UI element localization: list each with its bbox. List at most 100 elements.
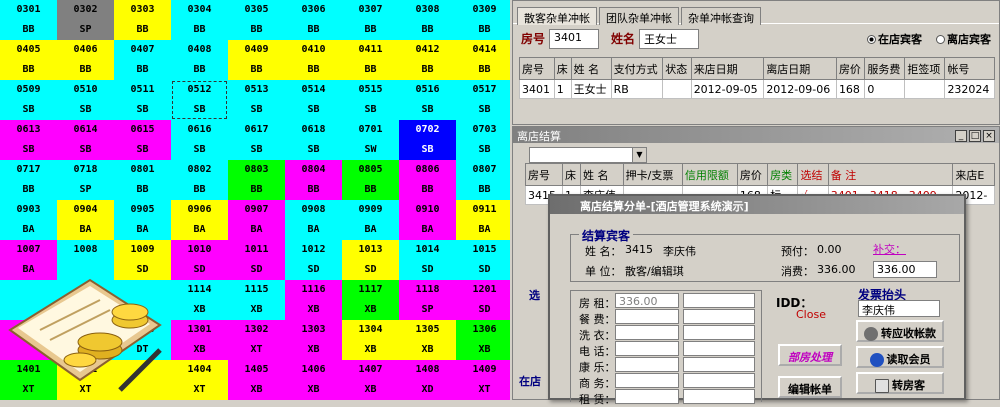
room-cell[interactable]: 0514 SB [285, 80, 342, 120]
radio-checked-out[interactable]: 离店宾客 [936, 31, 991, 47]
room-cell[interactable]: 0301 BB [0, 0, 57, 40]
room-cell[interactable]: 0410 BB [285, 40, 342, 80]
room-cell[interactable]: 0407 BB [114, 40, 171, 80]
column-header[interactable]: 选结 [797, 163, 829, 186]
room-cell[interactable]: 0406 BB [57, 40, 114, 80]
tab-individual[interactable]: 散客杂单冲帐 [517, 7, 597, 25]
room-cell[interactable]: 0308 BB [399, 0, 456, 40]
room-cell[interactable]: 0305 BB [228, 0, 285, 40]
name-input[interactable]: 王女士 [639, 28, 700, 49]
tab-query[interactable]: 杂单冲帐查询 [681, 7, 761, 25]
maximize-icon[interactable]: □ [969, 130, 981, 142]
room-cell[interactable]: 1010 SD [171, 240, 228, 280]
room-cell[interactable]: 0616 SB [171, 120, 228, 160]
room-cell[interactable]: 1409 XT [456, 360, 510, 400]
table-row[interactable]: 3401 1 王女士 RB 2012-09-05 2012-09-06 168 0 232024 [519, 79, 995, 99]
room-cell[interactable]: 1201 SD [456, 280, 510, 320]
room-cell[interactable]: 1303 XB [285, 320, 342, 360]
room-cell[interactable]: 0303 BB [114, 0, 171, 40]
room-cell[interactable]: 1407 XB [342, 360, 399, 400]
column-header[interactable]: 来店E [952, 163, 995, 186]
column-header[interactable]: 房类 [767, 163, 799, 186]
room-cell[interactable]: 1114 XB [171, 280, 228, 320]
room-cell[interactable]: 1304 XB [342, 320, 399, 360]
filter-select[interactable]: ▼ [529, 147, 647, 163]
room-cell[interactable]: 0615 SB [114, 120, 171, 160]
room-cell[interactable]: 0304 BB [171, 0, 228, 40]
supplement-input[interactable]: 336.00 [873, 261, 937, 278]
room-cell[interactable]: 0702 SB [399, 120, 456, 160]
read-member-button[interactable]: 读取会员 [856, 346, 944, 368]
room-cell[interactable]: 1012 SD [285, 240, 342, 280]
room-cell[interactable]: 0806 BB [399, 160, 456, 200]
charge-split-input[interactable] [683, 293, 755, 308]
room-cell[interactable]: 1301 XB [171, 320, 228, 360]
room-cell[interactable]: 0703 SB [456, 120, 510, 160]
charge-split-input[interactable] [683, 389, 755, 404]
room-cell[interactable]: 0718 SP [57, 160, 114, 200]
column-header[interactable]: 房价 [736, 163, 769, 186]
room-cell[interactable]: 0910 BA [399, 200, 456, 240]
room-cell[interactable]: 0903 BA [0, 200, 57, 240]
charge-split-input[interactable] [683, 357, 755, 372]
partial-room-button[interactable]: 部房处理 [778, 344, 842, 366]
room-cell[interactable]: 0614 SB [57, 120, 114, 160]
radio-in-store[interactable]: 在店宾客 [867, 31, 922, 47]
charge-split-input[interactable] [683, 325, 755, 340]
room-cell[interactable]: 0307 BB [342, 0, 399, 40]
room-cell[interactable]: 0411 BB [342, 40, 399, 80]
charge-input[interactable] [615, 357, 679, 372]
room-cell[interactable]: 0802 BB [171, 160, 228, 200]
room-cell[interactable]: 0717 BB [0, 160, 57, 200]
column-header[interactable]: 床 [553, 57, 572, 80]
room-cell[interactable]: 0911 BA [456, 200, 510, 240]
room-cell[interactable]: 0513 SB [228, 80, 285, 120]
room-cell[interactable]: 0302 SP [57, 0, 114, 40]
room-cell[interactable]: 0904 BA [57, 200, 114, 240]
column-header[interactable]: 姓 名 [570, 57, 612, 80]
room-cell[interactable]: 1013 SD [342, 240, 399, 280]
close-icon[interactable]: × [983, 130, 995, 142]
column-header[interactable]: 房价 [835, 57, 866, 80]
room-cell[interactable]: 1014 SD [399, 240, 456, 280]
charge-input[interactable] [615, 389, 679, 404]
room-cell[interactable]: 0701 SW [342, 120, 399, 160]
column-header[interactable]: 床 [562, 163, 581, 186]
room-cell[interactable]: 0801 BB [114, 160, 171, 200]
minimize-icon[interactable]: _ [955, 130, 967, 142]
column-header[interactable]: 离店日期 [763, 57, 837, 80]
room-cell[interactable]: 1115 XB [228, 280, 285, 320]
charge-input[interactable] [615, 325, 679, 340]
column-header[interactable]: 信用限额 [681, 163, 738, 186]
room-cell[interactable]: 1306 XB [456, 320, 510, 360]
room-cell[interactable]: 1408 XD [399, 360, 456, 400]
column-header[interactable]: 服务费 [864, 57, 906, 80]
column-header[interactable]: 房号 [519, 57, 555, 80]
room-cell[interactable]: 0306 BB [285, 0, 342, 40]
room-cell[interactable]: 0909 BA [342, 200, 399, 240]
charge-input[interactable] [615, 309, 679, 324]
room-cell[interactable]: 1404 XT [171, 360, 228, 400]
room-cell[interactable]: 0618 SB [285, 120, 342, 160]
room-cell[interactable]: 0804 BB [285, 160, 342, 200]
room-cell[interactable]: 0509 SB [0, 80, 57, 120]
charge-input[interactable]: 336.00 [615, 293, 679, 308]
column-header[interactable]: 帐号 [944, 57, 995, 80]
charge-split-input[interactable] [683, 341, 755, 356]
transfer-guest-button[interactable]: 转房客 [856, 372, 944, 394]
room-cell[interactable]: 1116 XB [285, 280, 342, 320]
charge-input[interactable] [615, 341, 679, 356]
room-cell[interactable]: 0409 BB [228, 40, 285, 80]
room-cell[interactable]: 0309 BB [456, 0, 510, 40]
column-header[interactable]: 押卡/支票 [622, 163, 683, 186]
room-cell[interactable]: 1405 XB [228, 360, 285, 400]
room-cell[interactable]: 0906 BA [171, 200, 228, 240]
room-cell[interactable]: 1118 SP [399, 280, 456, 320]
room-cell[interactable]: 1302 XT [228, 320, 285, 360]
room-cell[interactable]: 0807 BB [456, 160, 510, 200]
room-cell[interactable]: 0908 BA [285, 200, 342, 240]
room-cell[interactable]: 0408 BB [171, 40, 228, 80]
charge-split-input[interactable] [683, 309, 755, 324]
room-cell[interactable]: 0512 SB [171, 80, 228, 120]
tab-group[interactable]: 团队杂单冲帐 [599, 7, 679, 25]
